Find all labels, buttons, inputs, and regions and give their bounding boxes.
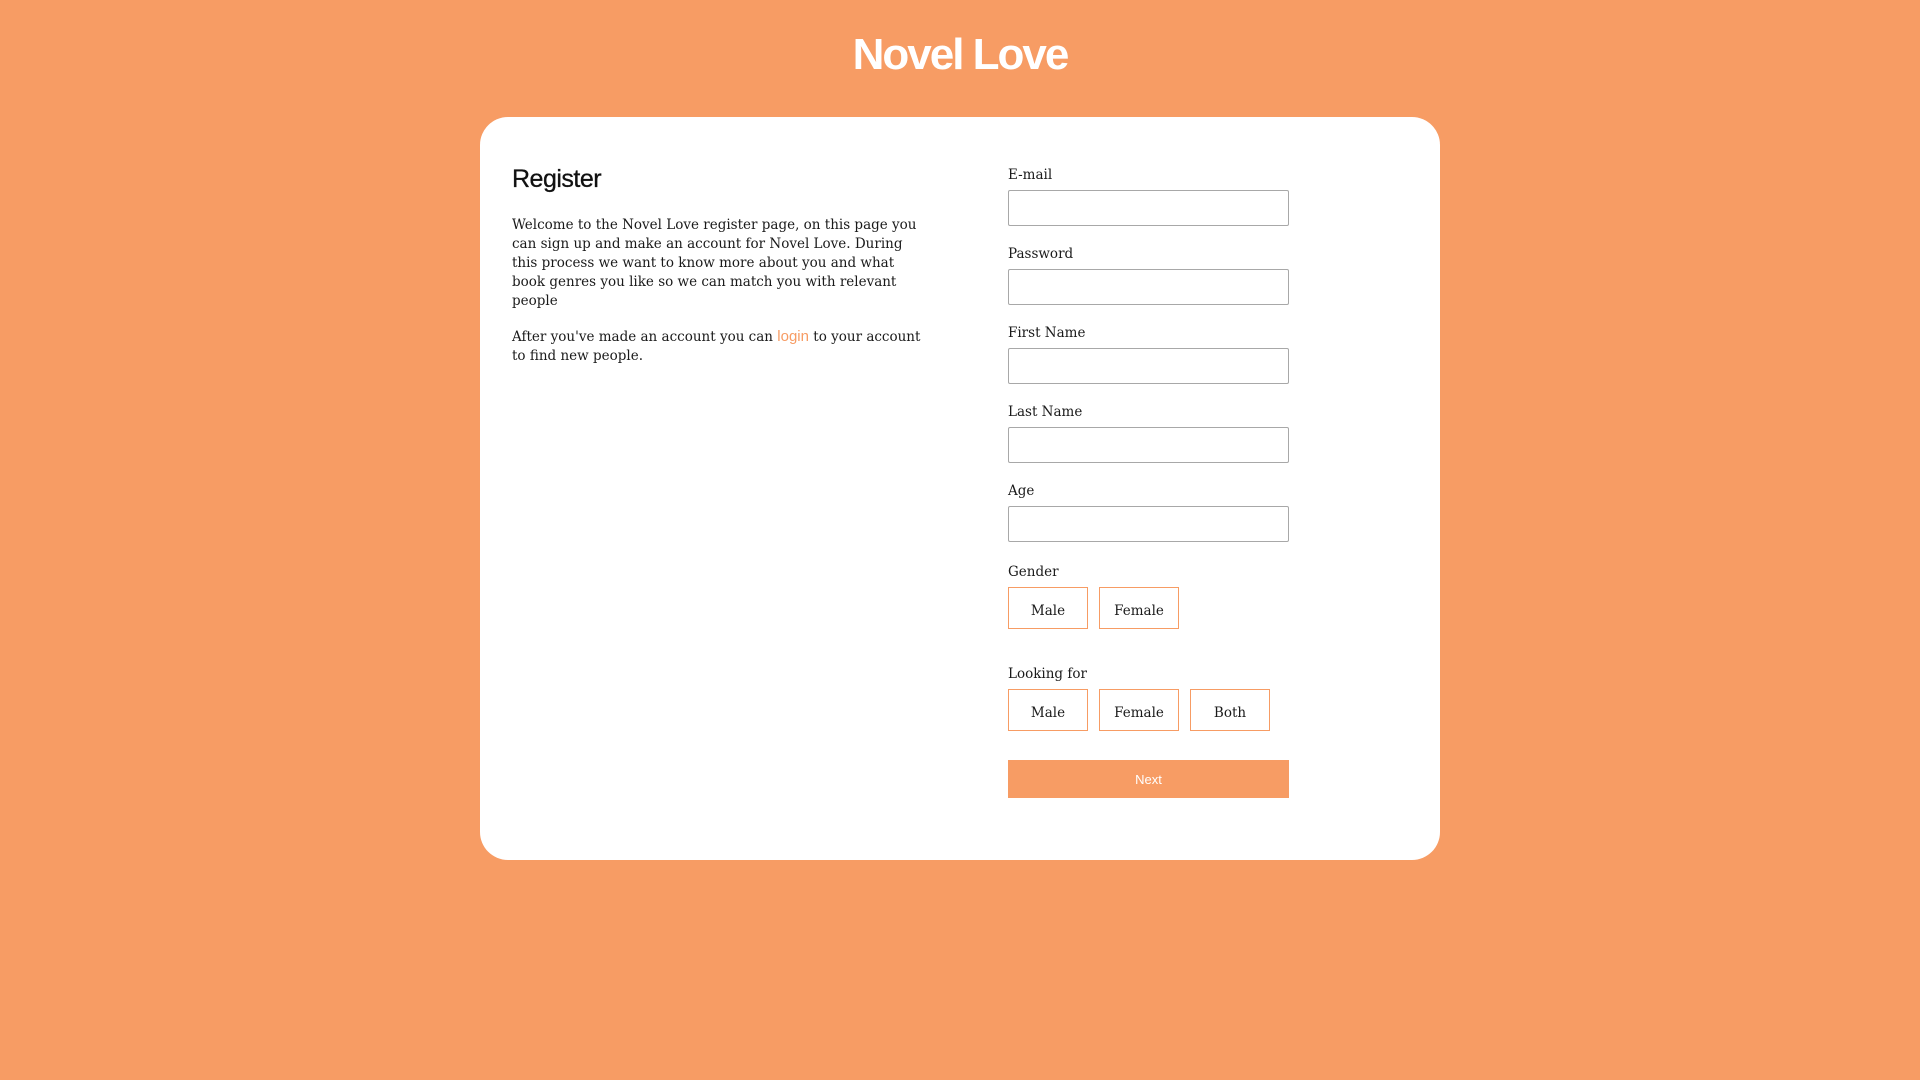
email-label: E-mail (1008, 167, 1053, 183)
age-field[interactable] (1008, 506, 1289, 542)
intro-section: Register Welcome to the Novel Love regis… (512, 165, 922, 382)
app-title: Novel Love (852, 30, 1070, 79)
page-title: Register (512, 165, 602, 193)
age-label: Age (1008, 483, 1035, 499)
intro-paragraph: Welcome to the Novel Love register page,… (512, 217, 917, 309)
first-name-label: First Name (1008, 325, 1086, 341)
looking-for-female-button[interactable]: Female (1099, 689, 1179, 731)
password-field[interactable] (1008, 269, 1289, 305)
looking-for-options: Male Female Both (1008, 689, 1290, 731)
gender-female-button[interactable]: Female (1099, 587, 1179, 629)
email-field[interactable] (1008, 190, 1289, 226)
first-name-field[interactable] (1008, 348, 1289, 384)
register-form: E-mail Password First Name Last Name Age… (1008, 165, 1290, 798)
last-name-field[interactable] (1008, 427, 1289, 463)
gender-label: Gender (1008, 564, 1059, 580)
next-button[interactable]: Next (1008, 760, 1289, 798)
gender-male-button[interactable]: Male (1008, 587, 1088, 629)
last-name-label: Last Name (1008, 404, 1083, 420)
password-label: Password (1008, 246, 1074, 262)
login-paragraph: After you've made an account you can log… (512, 327, 922, 366)
looking-for-both-button[interactable]: Both (1190, 689, 1270, 731)
looking-for-male-button[interactable]: Male (1008, 689, 1088, 731)
login-link[interactable]: login (777, 328, 809, 345)
looking-for-label: Looking for (1008, 666, 1087, 682)
gender-options: Male Female (1008, 587, 1290, 629)
register-card: Register Welcome to the Novel Love regis… (480, 117, 1440, 860)
login-paragraph-before: After you've made an account you can (512, 329, 778, 345)
